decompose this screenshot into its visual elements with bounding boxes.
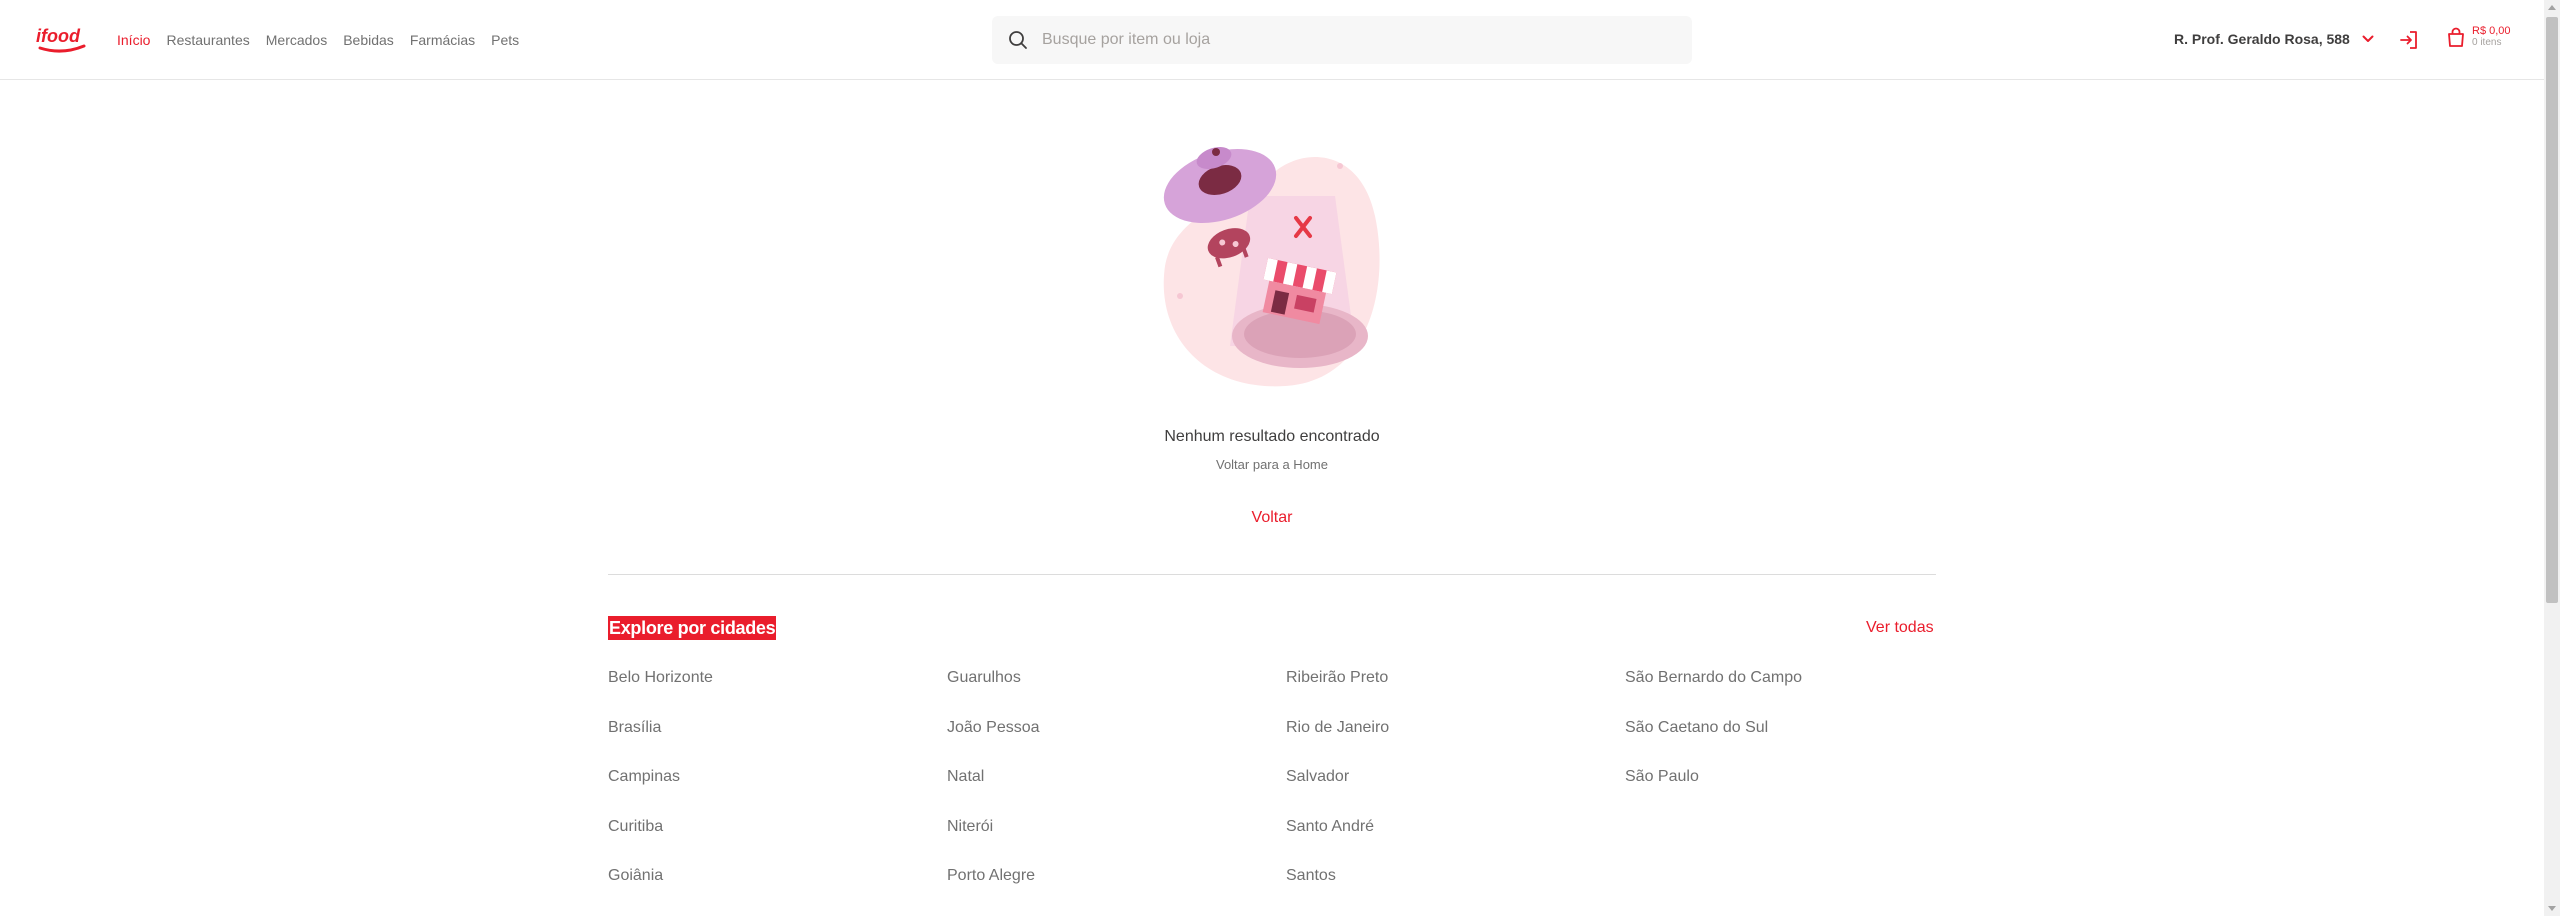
- city-link-campinas[interactable]: Campinas: [608, 765, 947, 815]
- empty-state-illustration: [1163, 146, 1380, 387]
- city-link-joao-pessoa[interactable]: João Pessoa: [947, 716, 1286, 766]
- address-selector[interactable]: R. Prof. Geraldo Rosa, 588: [2174, 29, 2376, 49]
- chevron-down-icon: [2360, 31, 2376, 47]
- ifood-logo[interactable]: ifood: [36, 24, 92, 56]
- city-cell-empty: [1625, 815, 1936, 865]
- search-icon[interactable]: [1008, 30, 1028, 50]
- top-header: ifood Início Restaurantes Mercados Bebid…: [0, 0, 2544, 80]
- city-cell-empty: [1625, 864, 1936, 914]
- address-label: R. Prof. Geraldo Rosa, 588: [2174, 31, 2350, 47]
- scrollbar-thumb[interactable]: [2546, 17, 2558, 603]
- city-link-curitiba[interactable]: Curitiba: [608, 815, 947, 865]
- city-link-goiania[interactable]: Goiânia: [608, 864, 947, 914]
- nav-item-pets[interactable]: Pets: [491, 30, 519, 50]
- back-button[interactable]: Voltar: [1222, 504, 1322, 532]
- city-link-sao-caetano-do-sul[interactable]: São Caetano do Sul: [1625, 716, 1936, 766]
- cart-button[interactable]: R$ 0,00 0 itens: [2446, 25, 2511, 49]
- shopping-bag-icon: [2448, 27, 2464, 47]
- main-nav: Início Restaurantes Mercados Bebidas Far…: [117, 30, 519, 50]
- nav-item-farmacias[interactable]: Farmácias: [410, 30, 475, 50]
- city-link-brasilia[interactable]: Brasília: [608, 716, 947, 766]
- city-link-santo-andre[interactable]: Santo André: [1286, 815, 1625, 865]
- scroll-up-icon[interactable]: [2548, 5, 2556, 10]
- search-bar[interactable]: [992, 16, 1692, 64]
- nav-item-restaurantes[interactable]: Restaurantes: [166, 30, 249, 50]
- cities-grid: Belo Horizonte Guarulhos Ribeirão Preto …: [608, 666, 1936, 914]
- section-divider: [608, 574, 1936, 575]
- empty-state-subtitle: Voltar para a Home: [1215, 457, 1328, 472]
- cart-item-count: 0 itens: [2472, 37, 2502, 48]
- city-link-sao-paulo[interactable]: São Paulo: [1625, 765, 1936, 815]
- nav-item-inicio[interactable]: Início: [117, 30, 150, 50]
- empty-state-title: Nenhum resultado encontrado: [1164, 428, 1380, 445]
- page-scrollbar[interactable]: [2544, 0, 2560, 916]
- cart-summary: R$ 0,00 0 itens: [2472, 25, 2511, 49]
- city-link-sao-bernardo-do-campo[interactable]: São Bernardo do Campo: [1625, 666, 1936, 716]
- login-icon[interactable]: [2398, 28, 2420, 52]
- cart-price: R$ 0,00: [2472, 25, 2511, 37]
- nav-item-bebidas[interactable]: Bebidas: [343, 30, 394, 50]
- city-link-porto-alegre[interactable]: Porto Alegre: [947, 864, 1286, 914]
- city-link-santos[interactable]: Santos: [1286, 864, 1625, 914]
- nav-item-mercados[interactable]: Mercados: [266, 30, 327, 50]
- city-link-ribeirao-preto[interactable]: Ribeirão Preto: [1286, 666, 1625, 716]
- see-all-cities-link[interactable]: Ver todas: [1866, 618, 1934, 638]
- cities-section-title: Explore por cidades: [608, 616, 777, 640]
- city-link-natal[interactable]: Natal: [947, 765, 1286, 815]
- city-link-salvador[interactable]: Salvador: [1286, 765, 1625, 815]
- city-link-niteroi[interactable]: Niterói: [947, 815, 1286, 865]
- city-link-rio-de-janeiro[interactable]: Rio de Janeiro: [1286, 716, 1625, 766]
- scroll-down-icon[interactable]: [2548, 906, 2556, 911]
- city-link-guarulhos[interactable]: Guarulhos: [947, 666, 1286, 716]
- search-input[interactable]: [1042, 31, 1642, 49]
- logo-text: ifood: [36, 26, 81, 46]
- city-link-belo-horizonte[interactable]: Belo Horizonte: [608, 666, 947, 716]
